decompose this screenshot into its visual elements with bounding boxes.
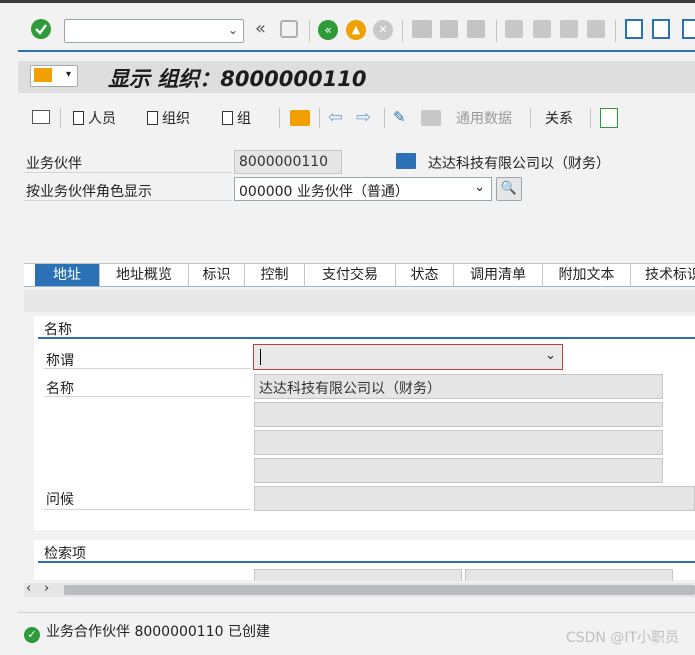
greeting-label: 问候 (46, 492, 74, 508)
role-select-value: 000000 业务伙伴（普通） (239, 184, 409, 200)
general-data-button[interactable]: 通用数据 (456, 108, 512, 128)
scrollbar-thumb[interactable] (64, 585, 695, 595)
bp-number-field[interactable]: 8000000110 (234, 150, 342, 174)
document-icon (222, 111, 233, 125)
tab-address[interactable]: 地址 (35, 264, 100, 286)
window-top-border (0, 0, 695, 3)
open-folder-icon[interactable] (290, 110, 310, 126)
document-icon (147, 111, 158, 125)
print-icon[interactable] (412, 20, 432, 38)
arrow-right-icon[interactable]: ⇨ (356, 107, 371, 128)
person-button[interactable]: 人员 (73, 108, 116, 128)
name-field-2[interactable] (254, 402, 663, 427)
command-field[interactable]: ⌄ (64, 19, 244, 43)
name-field-4[interactable] (254, 458, 663, 483)
help-icon[interactable] (682, 19, 695, 39)
greeting-underline (44, 509, 251, 510)
watermark: CSDN @IT小职员 (565, 630, 679, 646)
status-message: 业务合作伙伴 8000000110 已创建 (46, 624, 270, 640)
first-page-icon[interactable] (505, 20, 523, 38)
prev-page-icon[interactable] (533, 20, 551, 38)
chevron-down-icon[interactable]: ⌄ (474, 180, 485, 195)
tab-identification[interactable]: 标识 (189, 264, 245, 286)
org-button-label: 组织 (162, 111, 190, 127)
salutation-underline (44, 368, 251, 369)
toolbar-separator (590, 108, 591, 128)
toolbar-separator (60, 108, 61, 128)
toolbar-separator (309, 20, 310, 42)
bp-underline (24, 172, 232, 173)
group-divider (38, 337, 695, 339)
menu-icon[interactable]: ▾ (30, 65, 78, 87)
name-underline (44, 396, 251, 397)
switch-icon[interactable] (421, 110, 441, 126)
group-divider (38, 561, 695, 563)
group-button[interactable]: 组 (222, 108, 251, 128)
toolbar-bottom-line (18, 50, 695, 52)
tab-content-header (24, 290, 695, 312)
name-label: 名称 (46, 381, 74, 397)
shortcut-icon[interactable] (652, 19, 670, 39)
name-field-1[interactable]: 达达科技有限公司以（财务） (254, 374, 663, 399)
relations-button[interactable]: 关系 (545, 108, 573, 128)
toolbar-separator (402, 20, 403, 42)
back-double-icon[interactable]: « (255, 18, 266, 39)
toolbar-separator (615, 20, 616, 42)
toolbar-separator (496, 20, 497, 42)
tab-additional-text[interactable]: 附加文本 (543, 264, 631, 286)
name-group-title: 名称 (44, 322, 72, 338)
search-term-field-2[interactable] (465, 569, 673, 581)
text-cursor (260, 349, 261, 365)
organization-icon (396, 153, 416, 169)
tab-payment[interactable]: 支付交易 (305, 264, 396, 286)
status-divider (18, 612, 695, 613)
new-session-icon[interactable] (625, 19, 643, 39)
search-term-field-1[interactable] (254, 569, 462, 581)
display-toggle-icon[interactable] (32, 110, 50, 124)
group-button-label: 组 (237, 111, 251, 127)
search-icon[interactable]: 🔍 (496, 177, 522, 201)
chevron-down-icon[interactable]: ⌄ (545, 348, 556, 363)
success-check-icon: ✓ (24, 627, 40, 643)
status-bar: ✓ 业务合作伙伴 8000000110 已创建 (24, 621, 270, 643)
person-info-icon[interactable] (600, 108, 618, 128)
name-field-3[interactable] (254, 430, 663, 455)
scroll-left-icon[interactable]: ‹ (26, 581, 31, 596)
back-green-icon[interactable]: « (318, 20, 338, 40)
tab-control[interactable]: 控制 (245, 264, 305, 286)
toolbar-separator (279, 108, 280, 128)
role-label: 按业务伙伴角色显示 (26, 184, 152, 200)
role-underline (24, 200, 232, 201)
next-page-icon[interactable] (560, 20, 578, 38)
greeting-field[interactable] (254, 486, 695, 511)
arrow-left-icon[interactable]: ⇦ (328, 107, 343, 128)
salutation-select[interactable]: ⌄ (253, 344, 563, 370)
find-next-icon[interactable] (467, 20, 485, 38)
chevron-down-icon[interactable]: ⌄ (228, 23, 238, 37)
save-icon[interactable] (280, 20, 298, 38)
tab-status[interactable]: 状态 (396, 264, 454, 286)
document-icon (73, 111, 84, 125)
enter-check-icon[interactable] (31, 19, 51, 39)
search-group-title: 检索项 (44, 546, 86, 562)
person-button-label: 人员 (88, 111, 116, 127)
role-select[interactable]: 000000 业务伙伴（普通） ⌄ (234, 177, 492, 201)
salutation-label: 称谓 (46, 353, 74, 369)
exit-icon[interactable]: ▲ (346, 20, 366, 40)
org-button[interactable]: 组织 (147, 108, 190, 128)
cancel-icon[interactable]: ✕ (373, 20, 393, 40)
edit-tools-icon[interactable]: ✎ (393, 108, 406, 126)
last-page-icon[interactable] (587, 20, 605, 38)
page-title: 显示 组织：8000000110 (108, 67, 367, 91)
find-icon[interactable] (440, 20, 458, 38)
bp-name-text: 达达科技有限公司以（财务） (428, 156, 610, 172)
toolbar-separator (530, 108, 531, 128)
toolbar-separator (319, 108, 320, 128)
bp-label: 业务伙伴 (26, 156, 82, 172)
tab-technical-id[interactable]: 技术标识 (631, 264, 695, 286)
tab-address-overview[interactable]: 地址概览 (100, 264, 189, 286)
tab-call-list[interactable]: 调用清单 (454, 264, 543, 286)
toolbar-separator (384, 108, 385, 128)
scroll-right-icon[interactable]: › (44, 581, 49, 596)
